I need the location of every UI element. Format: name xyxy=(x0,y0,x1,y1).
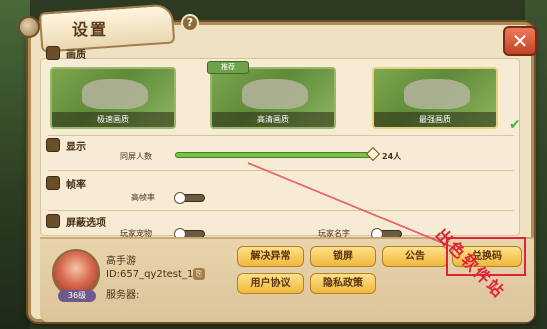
annotation-arrow xyxy=(247,162,456,249)
